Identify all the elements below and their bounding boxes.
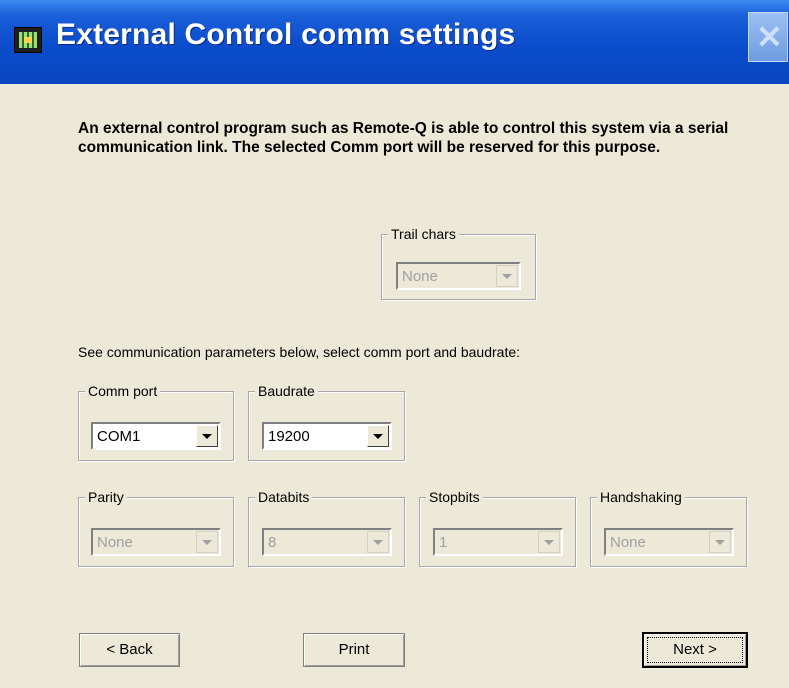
back-button[interactable]: < Back (79, 633, 180, 667)
baudrate-group: Baudrate 19200 (248, 382, 405, 461)
handshaking-value: None (610, 534, 646, 551)
baudrate-select[interactable]: 19200 (262, 422, 392, 450)
app-icon (14, 27, 42, 53)
trail-chars-value: None (402, 268, 438, 285)
chevron-down-icon[interactable] (496, 265, 518, 287)
comm-port-group: Comm port COM1 (78, 382, 234, 461)
close-button[interactable]: ✕ (748, 12, 788, 62)
comm-port-value: COM1 (97, 428, 141, 445)
intro-text: An external control program such as Remo… (78, 120, 729, 156)
parity-label: Parity (85, 488, 127, 506)
print-button[interactable]: Print (303, 633, 405, 667)
chevron-down-icon[interactable] (196, 531, 218, 553)
trail-chars-label: Trail chars (388, 225, 459, 243)
handshaking-label: Handshaking (597, 488, 685, 506)
handshaking-group: Handshaking None (590, 488, 747, 567)
stopbits-value: 1 (439, 534, 448, 551)
next-button[interactable]: Next > (642, 632, 748, 668)
parity-value: None (97, 534, 133, 551)
baudrate-value: 19200 (268, 428, 310, 445)
back-label: < Back (106, 641, 153, 658)
parity-select[interactable]: None (91, 528, 221, 556)
chevron-down-icon[interactable] (196, 425, 218, 447)
trail-chars-select[interactable]: None (396, 262, 521, 290)
chevron-down-icon[interactable] (367, 531, 389, 553)
handshaking-select[interactable]: None (604, 528, 734, 556)
comm-port-select[interactable]: COM1 (91, 422, 221, 450)
stopbits-label: Stopbits (426, 488, 483, 506)
databits-group: Databits 8 (248, 488, 405, 567)
databits-select[interactable]: 8 (262, 528, 392, 556)
chevron-down-icon[interactable] (367, 425, 389, 447)
print-label: Print (338, 641, 370, 658)
comm-port-label: Comm port (85, 382, 161, 400)
trail-chars-group: Trail chars None (381, 225, 536, 300)
stopbits-select[interactable]: 1 (433, 528, 563, 556)
close-icon: ✕ (756, 19, 783, 55)
databits-label: Databits (255, 488, 313, 506)
window-title: External Control comm settings (56, 18, 516, 51)
databits-value: 8 (268, 534, 277, 551)
focus-ring (647, 637, 743, 663)
baudrate-label: Baudrate (255, 382, 318, 400)
instruction-text: See communication parameters below, sele… (78, 344, 521, 360)
parity-group: Parity None (78, 488, 234, 567)
chevron-down-icon[interactable] (709, 531, 731, 553)
stopbits-group: Stopbits 1 (419, 488, 576, 567)
title-bar: External Control comm settings ✕ (0, 0, 789, 84)
chevron-down-icon[interactable] (538, 531, 560, 553)
back-label-text: Back (119, 641, 153, 658)
